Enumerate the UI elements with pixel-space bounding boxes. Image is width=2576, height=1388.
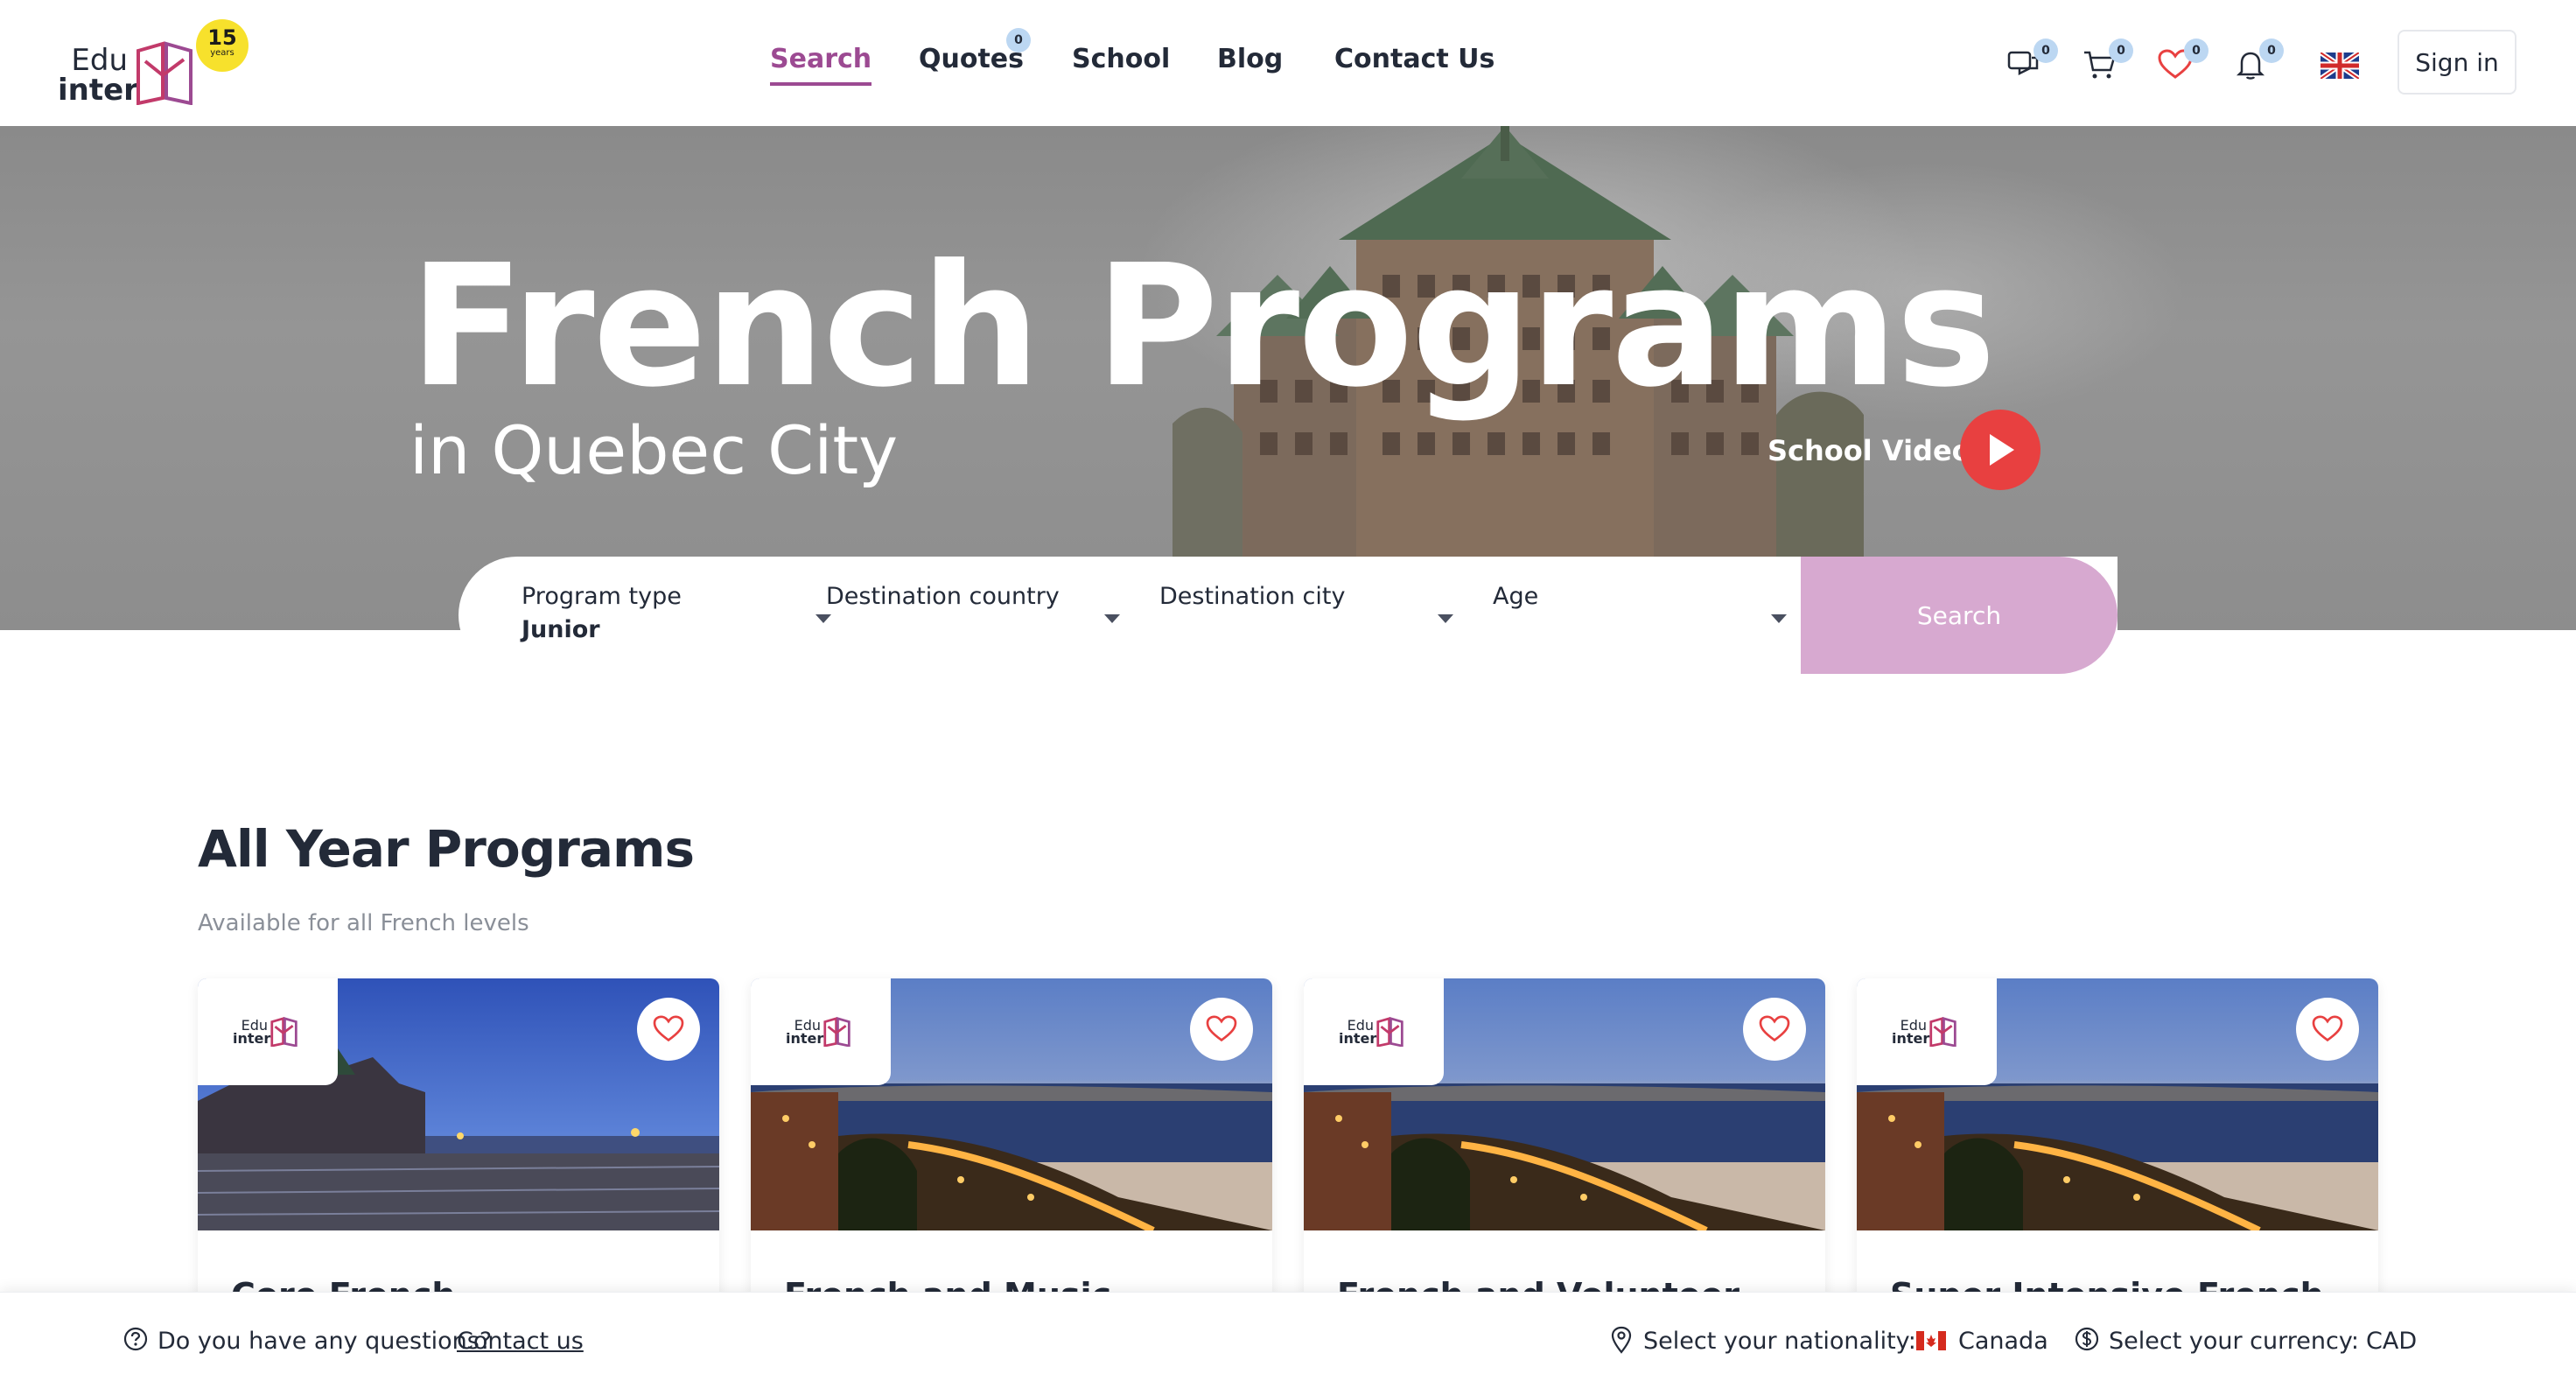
currency-dollar-icon: [2075, 1327, 2099, 1351]
badge-word: years: [210, 48, 234, 58]
book-logo-icon: [1929, 1017, 1956, 1047]
top-header: Edu inter 15 years Search Quotes 0 Schoo…: [0, 0, 2576, 126]
heart-icon: [1206, 1015, 1237, 1042]
favorites-button[interactable]: 0: [2154, 39, 2208, 86]
favorite-button[interactable]: [637, 998, 700, 1061]
messages-button[interactable]: 0: [2004, 39, 2058, 86]
hero-subtitle: in Quebec City: [410, 411, 899, 489]
program-type-label: Program type: [522, 583, 682, 610]
chevron-down-icon: [1104, 614, 1120, 623]
sign-in-button[interactable]: Sign in: [2398, 30, 2516, 95]
age-label: Age: [1493, 583, 1539, 610]
chevron-down-icon: [1771, 614, 1787, 623]
uk-flag-icon[interactable]: [2320, 53, 2359, 79]
favorite-button[interactable]: [2296, 998, 2359, 1061]
book-logo-icon: [136, 41, 192, 105]
card-logo-tab: Edu inter: [751, 978, 891, 1085]
card-logo-tab: Edu inter: [1304, 978, 1444, 1085]
edu-inter-logo[interactable]: Edu inter 15 years: [58, 19, 259, 112]
card-logo-wordmark: Edu inter: [1892, 1019, 1930, 1047]
card-logo-line-2: inter: [1892, 1030, 1930, 1047]
program-card[interactable]: Edu inter Super Intensive French: [1857, 978, 2378, 1311]
heart-icon: [2312, 1015, 2343, 1042]
contact-us-link[interactable]: Contact us: [457, 1328, 584, 1355]
currency-label: Select your currency:: [2109, 1328, 2359, 1355]
nav-contact-us[interactable]: Contact Us: [1334, 44, 1494, 74]
questions-text: Do you have any questions?: [158, 1328, 493, 1355]
school-video-label: School Video: [1768, 434, 1971, 467]
program-card[interactable]: Edu inter Core French: [198, 978, 719, 1311]
nationality-select[interactable]: Canada: [1958, 1328, 2048, 1355]
card-logo-wordmark: Edu inter: [786, 1019, 824, 1047]
card-logo-wordmark: Edu inter: [233, 1019, 271, 1047]
section-title: All Year Programs: [198, 819, 695, 879]
heart-icon: [653, 1015, 684, 1042]
destination-city-label: Destination city: [1159, 583, 1346, 610]
book-logo-icon: [1376, 1017, 1404, 1047]
card-logo-tab: Edu inter: [198, 978, 338, 1085]
cart-count-badge: 0: [2109, 39, 2133, 63]
favorite-button[interactable]: [1190, 998, 1253, 1061]
card-logo-wordmark: Edu inter: [1339, 1019, 1377, 1047]
logo-line-2: inter: [58, 73, 138, 108]
destination-country-select[interactable]: Destination country: [826, 557, 1150, 674]
location-pin-icon: [1611, 1326, 1632, 1354]
cart-button[interactable]: 0: [2079, 39, 2133, 86]
program-card[interactable]: Edu inter French and Volunteer: [1304, 978, 1825, 1311]
anniversary-badge: 15 years: [196, 19, 248, 72]
program-card[interactable]: Edu inter French and Music: [751, 978, 1272, 1311]
program-type-select[interactable]: Program type Junior: [522, 557, 845, 674]
destination-city-select[interactable]: Destination city: [1159, 557, 1483, 674]
nav-blog[interactable]: Blog: [1217, 44, 1283, 74]
nav-quotes[interactable]: Quotes: [919, 44, 1024, 74]
destination-country-label: Destination country: [826, 583, 1060, 610]
hero-banner: French Programs in Quebec City School Vi…: [0, 126, 2576, 630]
card-logo-line-2: inter: [786, 1030, 824, 1047]
question-circle-icon: [123, 1327, 148, 1351]
nationality-label: Select your nationality:: [1643, 1328, 1916, 1355]
heart-icon: [1759, 1015, 1790, 1042]
notifications-count-badge: 0: [2259, 39, 2284, 63]
bottom-info-bar: Do you have any questions? Contact us Se…: [0, 1292, 2576, 1388]
section-subtitle: Available for all French levels: [198, 910, 529, 936]
hero-title: French Programs: [410, 229, 1996, 424]
messages-count-badge: 0: [2034, 39, 2058, 63]
nav-search[interactable]: Search: [770, 44, 872, 86]
nav-school[interactable]: School: [1072, 44, 1170, 74]
notifications-button[interactable]: 0: [2230, 39, 2284, 86]
logo-line-1: Edu: [71, 43, 128, 78]
currency-select[interactable]: CAD: [2366, 1328, 2417, 1355]
header-actions: 0 0 0 0 Sign in: [1995, 30, 2538, 95]
age-select[interactable]: Age: [1493, 557, 1816, 674]
favorites-count-badge: 0: [2184, 39, 2208, 63]
search-button[interactable]: Search: [1801, 557, 2118, 674]
play-icon: [1990, 434, 2014, 466]
card-logo-line-2: inter: [233, 1030, 271, 1047]
program-type-value: Junior: [522, 616, 600, 643]
chevron-down-icon: [1438, 614, 1453, 623]
badge-number: 15: [207, 25, 237, 50]
quotes-count-badge: 0: [1006, 28, 1031, 53]
favorite-button[interactable]: [1743, 998, 1806, 1061]
play-video-button[interactable]: [1960, 410, 2040, 490]
logo-wordmark: Edu inter: [58, 43, 138, 108]
book-logo-icon: [270, 1017, 298, 1047]
book-logo-icon: [823, 1017, 850, 1047]
card-logo-line-2: inter: [1339, 1030, 1377, 1047]
canada-flag-icon: [1916, 1331, 1946, 1350]
card-logo-tab: Edu inter: [1857, 978, 1997, 1085]
